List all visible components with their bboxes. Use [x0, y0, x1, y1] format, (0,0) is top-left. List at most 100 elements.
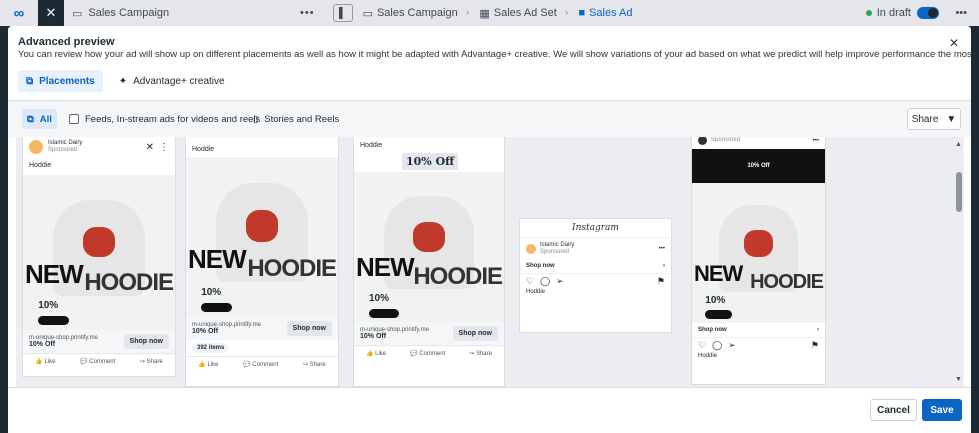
scroll-up-icon[interactable]: ▲ [955, 141, 962, 148]
more-options-icon[interactable]: ••• [813, 138, 819, 144]
heart-icon[interactable]: ♡ [526, 276, 534, 287]
sponsored-label: Sponsored [711, 137, 741, 144]
bookmark-icon[interactable]: ⚑ [657, 276, 665, 287]
headline-new: NEW [25, 258, 84, 289]
share-dropdown[interactable]: Share ▼ [907, 108, 961, 130]
post-header: Sponsored ••• [692, 137, 825, 149]
save-button[interactable]: Save [922, 399, 962, 421]
like-button[interactable]: 👍 Like [198, 361, 218, 368]
comment-icon[interactable]: ◯ [712, 340, 722, 351]
publish-toggle[interactable] [917, 7, 939, 19]
preview-card-video-feed[interactable]: Hoddie 10% Off NEW HOODIE 10% m-unique-s… [353, 137, 505, 387]
scrollbar-thumb[interactable] [956, 172, 962, 212]
post-actions: 👍 Like 💬 Comment ↪ Share [186, 356, 338, 372]
filter-all[interactable]: ⧉ All [22, 109, 57, 129]
creative-button [369, 308, 399, 318]
ad-offer: 10% Off [29, 341, 56, 348]
like-button[interactable]: 👍 Like [35, 358, 55, 365]
discount-text: 10% [705, 295, 726, 307]
filter-stories-reels[interactable]: ▯ Stories and Reels [248, 109, 344, 129]
creative-button [705, 310, 732, 319]
preview-card-instagram-feed[interactable]: Sponsored ••• 10% Off NEW HOODIE 10% Sho… [691, 137, 826, 385]
cancel-button[interactable]: Cancel [870, 399, 917, 421]
breadcrumb-campaign[interactable]: ▭ Sales Campaign [363, 7, 458, 20]
campaign-selector[interactable]: ▭ Sales Campaign [72, 7, 292, 20]
sparkle-icon: ✦ [118, 75, 128, 87]
close-icon[interactable]: ✕ [38, 0, 64, 26]
scroll-down-icon[interactable]: ▼ [955, 376, 962, 383]
more-options-icon[interactable]: ••• [659, 246, 665, 252]
headline-hoodie: HOODIE [247, 255, 337, 283]
avatar [29, 140, 43, 154]
ad-creative-image: NEW HOODIE 10% [23, 175, 175, 330]
instagram-logo: Instagram [520, 219, 671, 238]
comment-button[interactable]: 💬 Comment [80, 358, 115, 365]
close-icon[interactable]: ✕ [949, 36, 959, 50]
share-button[interactable]: ↪ Share [140, 358, 163, 365]
ad-creative-image: NEW HOODIE 10% [692, 183, 825, 323]
more-options-icon[interactable]: ••• [955, 7, 967, 19]
send-icon[interactable]: ➢ [556, 276, 564, 287]
comment-icon[interactable]: ◯ [540, 276, 550, 287]
ad-creative-image: NEW HOODIE 10% [186, 157, 338, 317]
top-bar: ∞ ✕ ▭ Sales Campaign ••• ▌ ▭ Sales Campa… [0, 0, 979, 26]
sidebar-toggle-icon[interactable]: ▌ [332, 4, 353, 22]
caret-down-icon: ▼ [946, 113, 957, 125]
more-vertical-icon[interactable]: ⋮ [159, 142, 169, 153]
headline-new: NEW [356, 252, 415, 282]
more-options-icon[interactable]: ••• [300, 7, 315, 19]
comment-label: Comment [252, 362, 279, 368]
tab-advantage-creative[interactable]: ✦ Advantage+ creative [111, 70, 233, 92]
discount-text: 10% [38, 300, 59, 312]
sponsored-label: Sponsored [540, 248, 570, 255]
post-header: Islamic Dairy Sponsored ✕ ⋮ [23, 137, 175, 162]
preview-card-marketplace[interactable]: Hoddie NEW HOODIE 10% m-unique-shop.prin… [185, 137, 339, 387]
filter-label: Stories and Reels [264, 113, 340, 125]
ad-icon: ■ [578, 7, 586, 19]
discount-text: 10% [201, 286, 222, 298]
headline-hoodie: HOODIE [750, 270, 824, 293]
shop-now-button[interactable]: Shop now [452, 326, 498, 341]
gallery-scrollbar[interactable]: ▲ ▼ [954, 137, 964, 387]
heart-icon[interactable]: ♡ [698, 340, 706, 351]
preview-card-instagram-explore[interactable]: Instagram Islamic Dairy Sponsored ••• Sh… [519, 218, 672, 333]
page-info: Islamic Dairy Sponsored [48, 140, 82, 153]
post-actions: 👍 Like 💬 Comment ↪ Share [354, 345, 504, 361]
primary-text: Hoddie [360, 142, 383, 149]
caption-text: Hoddie [698, 353, 718, 359]
comment-button[interactable]: 💬 Comment [410, 350, 445, 357]
shop-now-button[interactable]: Shop now [286, 321, 332, 336]
checkbox[interactable] [69, 114, 79, 124]
tab-label: Placements [39, 75, 95, 87]
send-icon[interactable]: ➢ [728, 340, 736, 351]
tab-placements[interactable]: ⧉ Placements [18, 70, 103, 92]
offer-banner: 10% Off [402, 153, 459, 170]
breadcrumb-ad-set[interactable]: ▦ Sales Ad Set [479, 7, 556, 20]
breadcrumb-ad[interactable]: ■ Sales Ad [578, 7, 632, 19]
creative-button [201, 302, 232, 313]
meta-logo-icon[interactable]: ∞ [0, 0, 38, 26]
primary-text: Hoddie [29, 162, 52, 169]
placement-filters: ⧉ All Feeds, In-stream ads for videos an… [8, 101, 971, 137]
folder-icon: ▭ [362, 7, 373, 20]
shop-now-link: Shop now [698, 327, 727, 333]
filter-feeds[interactable]: Feeds, In-stream ads for videos and reel… [64, 109, 265, 129]
share-button[interactable]: ↪ Share [469, 350, 492, 357]
filter-label: Feeds, In-stream ads for videos and reel… [85, 113, 261, 125]
ad-footer: m-unique-shop.printify.me 10% Off Shop n… [354, 322, 504, 345]
page-name: Islamic Dairy [48, 140, 83, 147]
cta-row[interactable]: Shop now › [692, 323, 825, 338]
shop-now-button[interactable]: Shop now [123, 334, 169, 349]
headline-new: NEW [188, 244, 247, 275]
breadcrumb-separator: › [465, 7, 470, 19]
bookmark-icon[interactable]: ⚑ [811, 340, 819, 351]
tab-label: Advantage+ creative [133, 75, 225, 87]
comment-button[interactable]: 💬 Comment [243, 361, 278, 368]
close-icon[interactable]: ✕ [146, 142, 154, 153]
share-button[interactable]: ↪ Share [303, 361, 326, 368]
like-button[interactable]: 👍 Like [366, 350, 386, 357]
offer-banner: 10% Off [692, 149, 825, 183]
chevron-right-icon: › [817, 327, 819, 333]
cta-row[interactable]: Shop now › [520, 259, 671, 275]
preview-card-facebook-feed[interactable]: Islamic Dairy Sponsored ✕ ⋮ Hoddie NEW H… [22, 137, 176, 377]
